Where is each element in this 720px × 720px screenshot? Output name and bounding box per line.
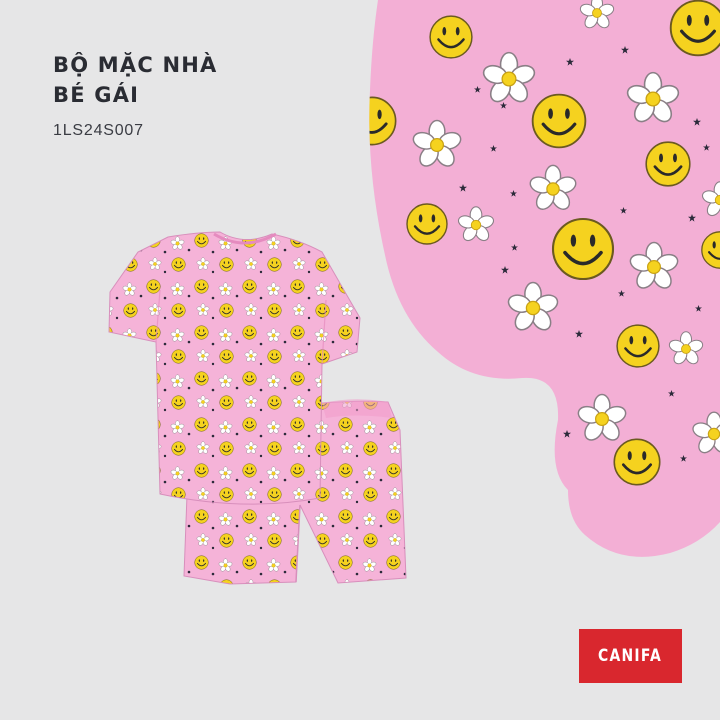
pajama-set — [108, 231, 407, 585]
product-sku: 1LS24S007 — [53, 122, 144, 139]
logo-text: CANIFA — [598, 646, 663, 666]
product-title-line-1: BỘ MẶC NHÀ — [53, 53, 218, 77]
fabric-closeup — [369, 0, 720, 557]
product-title-block: BỘ MẶC NHÀ BÉ GÁI 1LS24S007 — [53, 50, 217, 140]
product-title-line-2: BÉ GÁI — [53, 83, 140, 107]
canifa-logo[interactable]: CANIFA — [579, 629, 682, 683]
